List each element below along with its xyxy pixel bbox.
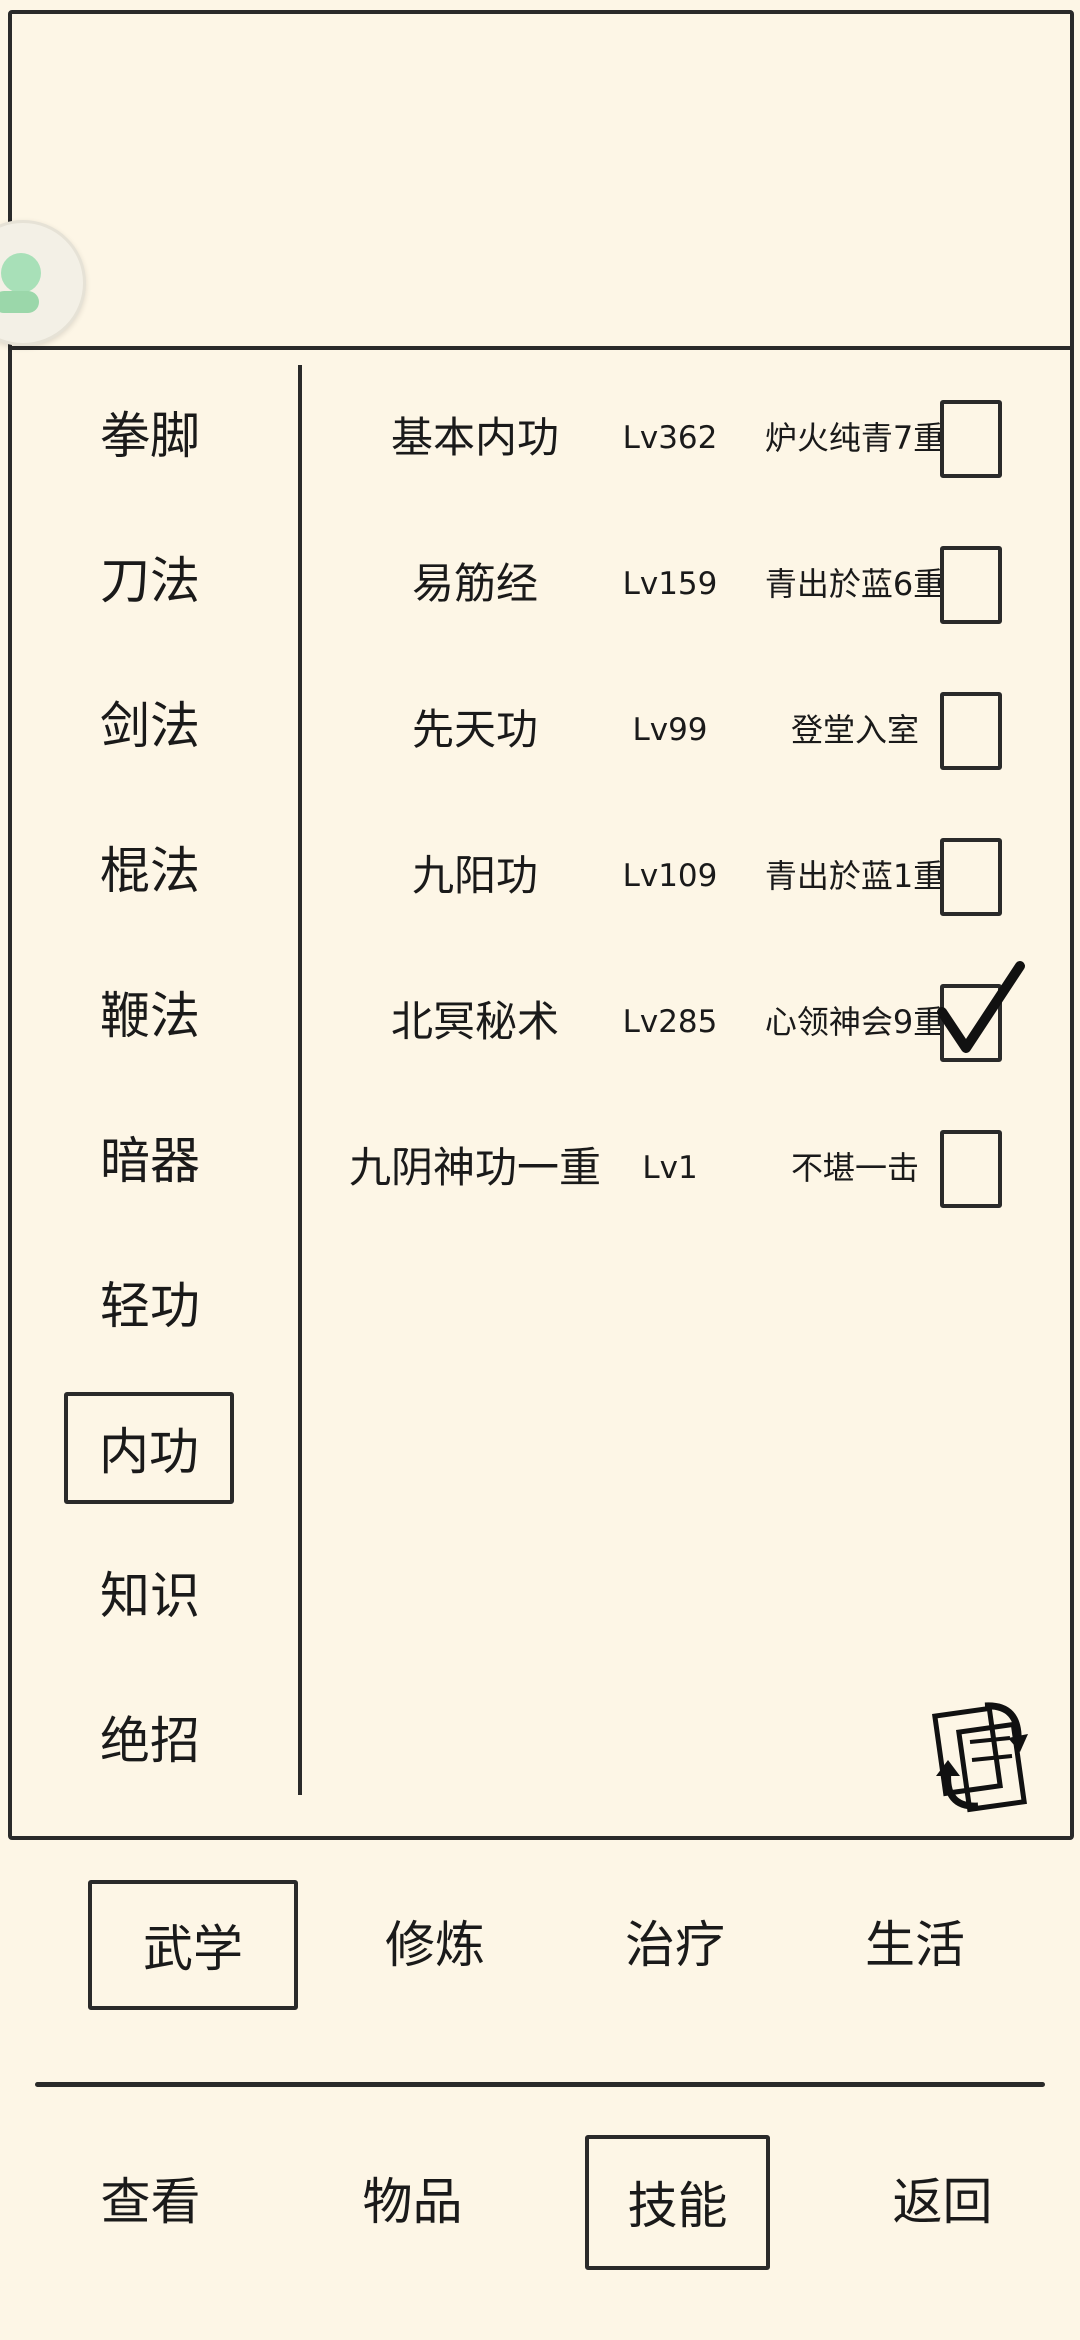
tab-shenghuo[interactable]: 生活 (810, 1880, 1020, 2010)
skill-name: 九阳功 (411, 851, 538, 900)
tab-zhiliao[interactable]: 治疗 (570, 1880, 780, 2010)
category-item-selected[interactable]: 内功 (64, 1392, 234, 1504)
category-item[interactable]: 拳脚 (60, 380, 240, 492)
skill-name: 基本内功 (390, 413, 559, 462)
category-item[interactable]: 刀法 (60, 525, 240, 637)
message-panel (8, 10, 1074, 350)
nav-items-button[interactable]: 物品 (320, 2135, 505, 2270)
skill-checkbox-checked[interactable] (937, 961, 1025, 1062)
tab-wuxue[interactable]: 武学 (88, 1880, 298, 2010)
category-item[interactable]: 暗器 (60, 1105, 240, 1217)
skill-checkbox[interactable] (940, 546, 1002, 624)
category-item[interactable]: 棍法 (60, 815, 240, 927)
category-item[interactable]: 绝招 (60, 1685, 240, 1797)
category-item[interactable]: 鞭法 (60, 960, 240, 1072)
bottom-nav: 查看 物品 技能 返回 (0, 2135, 1080, 2275)
skill-row[interactable]: 易筋经 Lv159 青出於蓝6重 (340, 534, 1020, 634)
skill-checkbox[interactable] (940, 692, 1002, 770)
category-item[interactable]: 轻功 (60, 1250, 240, 1362)
category-item[interactable]: 剑法 (60, 670, 240, 782)
skill-row[interactable]: 基本内功 Lv362 炉火纯青7重 (340, 388, 1020, 488)
divider (35, 2082, 1045, 2087)
nav-skills-button[interactable]: 技能 (585, 2135, 770, 2270)
skill-name: 易筋经 (411, 559, 538, 608)
nav-view-button[interactable]: 查看 (58, 2135, 243, 2270)
skill-row[interactable]: 九阳功 Lv109 青出於蓝1重 (340, 826, 1020, 926)
skill-checkbox[interactable] (940, 400, 1002, 478)
skill-type-tabs: 武学 修炼 治疗 生活 (0, 1880, 1080, 2020)
category-item[interactable]: 知识 (60, 1540, 240, 1652)
skill-checkbox[interactable] (940, 1130, 1002, 1208)
tab-xiulian[interactable]: 修炼 (330, 1880, 540, 2010)
skill-name: 先天功 (411, 705, 538, 754)
skill-checkbox[interactable] (940, 838, 1002, 916)
skill-name: 北冥秘术 (390, 997, 559, 1046)
swap-icon[interactable] (930, 1690, 1030, 1820)
checkmark-icon (937, 961, 1025, 1053)
skill-row[interactable]: 北冥秘术 Lv285 心领神会9重 (340, 961, 1025, 1072)
skill-name: 九阴神功一重 (348, 1143, 601, 1192)
nav-back-button[interactable]: 返回 (850, 2135, 1035, 2270)
skill-row[interactable]: 九阴神功一重 Lv1 不堪一击 (340, 1118, 1020, 1218)
skill-row[interactable]: 先天功 Lv99 登堂入室 (340, 680, 1020, 780)
column-divider (298, 365, 302, 1795)
